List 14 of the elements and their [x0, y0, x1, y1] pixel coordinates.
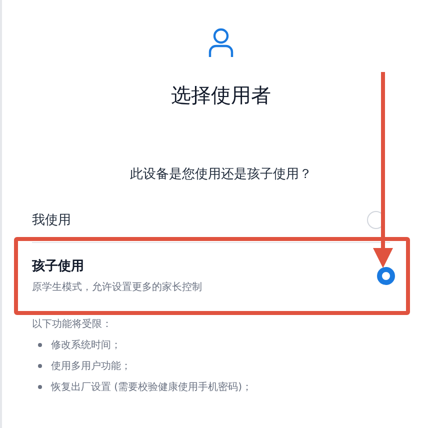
restrictions-heading: 以下功能将受限： [32, 318, 113, 332]
user-icon [208, 28, 234, 58]
restriction-item: 修改系统时间； [51, 338, 121, 352]
option-label: 我使用 [32, 212, 71, 230]
radio-button[interactable] [377, 266, 395, 285]
option-description: 原学生模式，允许设置更多的家长控制 [32, 280, 202, 294]
restriction-item: 恢复出厂设置 (需要校验健康使用手机密码)； [51, 380, 252, 394]
bullet-icon [38, 343, 42, 347]
option-label: 孩子使用 [32, 258, 85, 276]
bullet-icon [38, 364, 42, 368]
page-title: 选择使用者 [171, 82, 271, 109]
restriction-item: 使用多用户功能； [51, 360, 131, 374]
question-text: 此设备是您使用还是孩子使用？ [130, 166, 312, 184]
bullet-icon [38, 385, 42, 389]
